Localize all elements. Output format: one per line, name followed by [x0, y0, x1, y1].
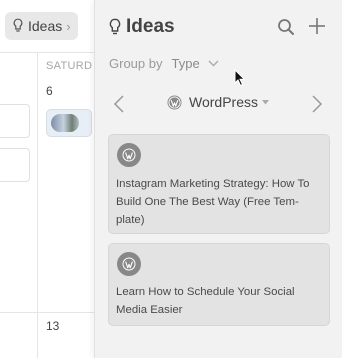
search-icon[interactable] — [275, 16, 297, 38]
idea-card-title-line: plate) — [116, 214, 145, 226]
chevron-right-icon: › — [66, 18, 71, 34]
wordpress-icon — [117, 143, 141, 167]
idea-card[interactable]: Learn How to Schedule Your Social Media … — [108, 243, 330, 326]
calendar-post-thumbnail[interactable] — [46, 109, 92, 137]
calendar-event[interactable] — [0, 148, 30, 182]
ideas-tab[interactable]: Ideas › — [5, 12, 78, 40]
chevron-right-icon[interactable] — [311, 95, 323, 113]
caret-down-icon — [261, 99, 269, 104]
wordpress-icon — [167, 95, 182, 109]
group-by-label: Group by — [109, 56, 163, 71]
calendar-gridline — [0, 312, 100, 313]
group-by-value: Type — [171, 56, 200, 71]
type-selector[interactable]: WordPress — [167, 94, 269, 110]
group-by-control: Group by Type — [109, 56, 219, 71]
type-selector-label: WordPress — [189, 94, 258, 110]
ideas-panel: Ideas Group by Type WordPress Instagram … — [94, 0, 342, 358]
idea-card-title-line: Media Easier — [116, 304, 183, 316]
lightbulb-icon — [109, 18, 121, 34]
panel-title: Ideas — [126, 16, 175, 37]
chevron-left-icon[interactable] — [113, 95, 125, 113]
idea-card-title-line: Build One The Best Way (Free Tem- — [116, 196, 299, 208]
calendar-event[interactable] — [0, 104, 30, 138]
idea-card[interactable]: Instagram Marketing Strategy: How To Bui… — [108, 134, 330, 234]
idea-card-title: Instagram Marketing Strategy: How To Bui… — [116, 175, 323, 229]
day-header-saturday: SATURD — [46, 60, 93, 72]
calendar-gridline — [0, 52, 100, 53]
idea-card-title-line: Learn How to Schedule Your Social — [116, 286, 295, 298]
chevron-down-icon — [208, 60, 219, 67]
day-number: 6 — [46, 84, 53, 98]
cursor-icon — [234, 69, 246, 87]
group-by-dropdown[interactable]: Type — [171, 56, 219, 71]
thumbnail-image — [51, 114, 79, 132]
plus-icon[interactable] — [305, 14, 329, 38]
idea-card-title-line: Instagram Marketing Strategy: How To — [116, 178, 310, 190]
wordpress-icon — [117, 252, 141, 276]
panel-header: Ideas — [109, 16, 175, 38]
idea-card-title: Learn How to Schedule Your Social Media … — [116, 283, 323, 319]
day-number: 13 — [46, 319, 60, 333]
calendar-background: Ideas › SATURD 6 13 — [0, 0, 100, 358]
lightbulb-icon — [13, 18, 23, 32]
ideas-tab-label: Ideas — [28, 18, 63, 34]
